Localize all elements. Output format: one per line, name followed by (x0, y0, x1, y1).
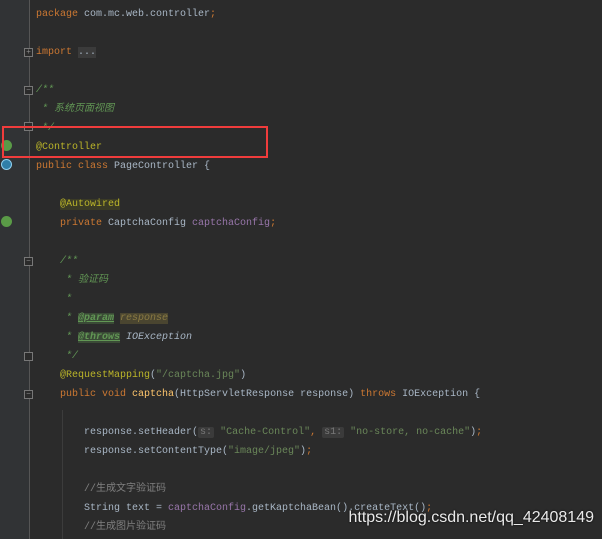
code-token: @Autowired (60, 199, 121, 210)
code-token: package (36, 9, 85, 20)
code-line-text: @RequestMapping("/captcha.jpg") (36, 366, 246, 385)
code-line-text: //生成文字验证码 (36, 480, 166, 499)
code-line-text: public void captcha(HttpServletResponse … (36, 385, 480, 404)
code-line-text: response.setHeader(s: "Cache-Control", s… (36, 423, 482, 442)
code-line[interactable] (0, 62, 602, 81)
code-line-text: * 系统页面视图 (36, 100, 114, 119)
code-line-text: */ (36, 347, 78, 366)
code-line[interactable]: //生成文字验证码 (0, 480, 602, 499)
code-line-text: public class PageController { (36, 157, 210, 176)
code-token: * 验证码 (36, 275, 109, 286)
code-line[interactable]: response.setHeader(s: "Cache-Control", s… (0, 423, 602, 442)
code-token: @RequestMapping (60, 370, 151, 381)
code-token: IOException { (402, 389, 481, 400)
code-token: ; (270, 218, 277, 229)
code-token: "/captcha.jpg" (156, 370, 241, 381)
code-token: ... (78, 47, 97, 58)
code-token: throws (360, 389, 403, 400)
code-line-text: package com.mc.web.controller; (36, 5, 216, 24)
code-token: */ (36, 351, 79, 362)
code-token: //生成图片验证码 (36, 522, 167, 533)
code-token: import (36, 47, 79, 58)
code-token: * (36, 332, 79, 343)
code-line[interactable] (0, 233, 602, 252)
code-token: public void (60, 389, 133, 400)
code-token: IOException (120, 332, 193, 343)
code-line-text: /** (36, 81, 54, 100)
code-line[interactable]: public void captcha(HttpServletResponse … (0, 385, 602, 404)
code-line[interactable] (0, 461, 602, 480)
code-token: (HttpServletResponse response) (174, 389, 361, 400)
code-line[interactable]: * @param response (0, 309, 602, 328)
code-token: "image/jpeg" (228, 446, 301, 457)
code-line[interactable] (0, 404, 602, 423)
code-token: * (36, 294, 73, 305)
code-token: ) (240, 370, 247, 381)
code-line[interactable]: * @throws IOException (0, 328, 602, 347)
code-line[interactable]: * 验证码 (0, 271, 602, 290)
code-token: ; (476, 427, 483, 438)
code-line[interactable]: private CaptchaConfig captchaConfig; (0, 214, 602, 233)
watermark: https://blog.csdn.net/qq_42408149 (348, 509, 594, 526)
code-token: response.setContentType( (36, 446, 229, 457)
code-line[interactable]: response.setContentType("image/jpeg"); (0, 442, 602, 461)
code-line-text: /** (36, 252, 78, 271)
code-token: com.mc.web.controller (84, 9, 211, 20)
code-token: s1: (322, 427, 345, 438)
code-line-text: response.setContentType("image/jpeg"); (36, 442, 312, 461)
code-token: @param (78, 313, 115, 324)
code-token: //生成文字验证码 (36, 484, 167, 495)
code-token: , (310, 427, 323, 438)
code-token: public class (36, 161, 115, 172)
code-line[interactable]: public class PageController { (0, 157, 602, 176)
code-line[interactable]: @Autowired (0, 195, 602, 214)
code-token: "Cache-Control" (220, 427, 311, 438)
code-token: captchaConfig (192, 218, 271, 229)
code-line-text: //生成图片验证码 (36, 518, 166, 537)
code-editor[interactable]: package com.mc.web.controller; import ...… (0, 5, 602, 537)
code-line-text: * (36, 290, 72, 309)
code-token: s: (198, 427, 215, 438)
code-line-text: private CaptchaConfig captchaConfig; (36, 214, 276, 233)
code-line[interactable]: package com.mc.web.controller; (0, 5, 602, 24)
code-token: CaptchaConfig (108, 218, 193, 229)
code-token: /** (60, 256, 79, 267)
code-line-text: import ... (36, 43, 97, 62)
code-token: ; (210, 9, 217, 20)
code-line-text: @Autowired (36, 195, 121, 214)
code-token: * (36, 313, 79, 324)
code-line[interactable]: /** (0, 81, 602, 100)
code-token: PageController { (114, 161, 211, 172)
code-line[interactable] (0, 176, 602, 195)
code-token: "no-store, no-cache" (350, 427, 471, 438)
code-token: response (120, 313, 169, 324)
code-line[interactable]: */ (0, 347, 602, 366)
code-line-text: * @throws IOException (36, 328, 192, 347)
code-token: ; (306, 446, 313, 457)
code-line[interactable]: * 系统页面视图 (0, 100, 602, 119)
code-line[interactable] (0, 24, 602, 43)
code-token: captcha (132, 389, 175, 400)
code-line[interactable]: * (0, 290, 602, 309)
code-line[interactable]: /** (0, 252, 602, 271)
code-token: @throws (78, 332, 121, 343)
code-line-text: * 验证码 (36, 271, 108, 290)
code-line[interactable]: @RequestMapping("/captcha.jpg") (0, 366, 602, 385)
code-token: /** (36, 85, 55, 96)
code-token: private (60, 218, 109, 229)
code-token: * 系统页面视图 (36, 104, 115, 115)
code-line-text: * @param response (36, 309, 169, 328)
code-token: response.setHeader( (36, 427, 199, 438)
code-line[interactable]: import ... (0, 43, 602, 62)
code-token: String text = (36, 503, 169, 514)
code-token: captchaConfig (168, 503, 247, 514)
highlight-box (2, 126, 268, 158)
